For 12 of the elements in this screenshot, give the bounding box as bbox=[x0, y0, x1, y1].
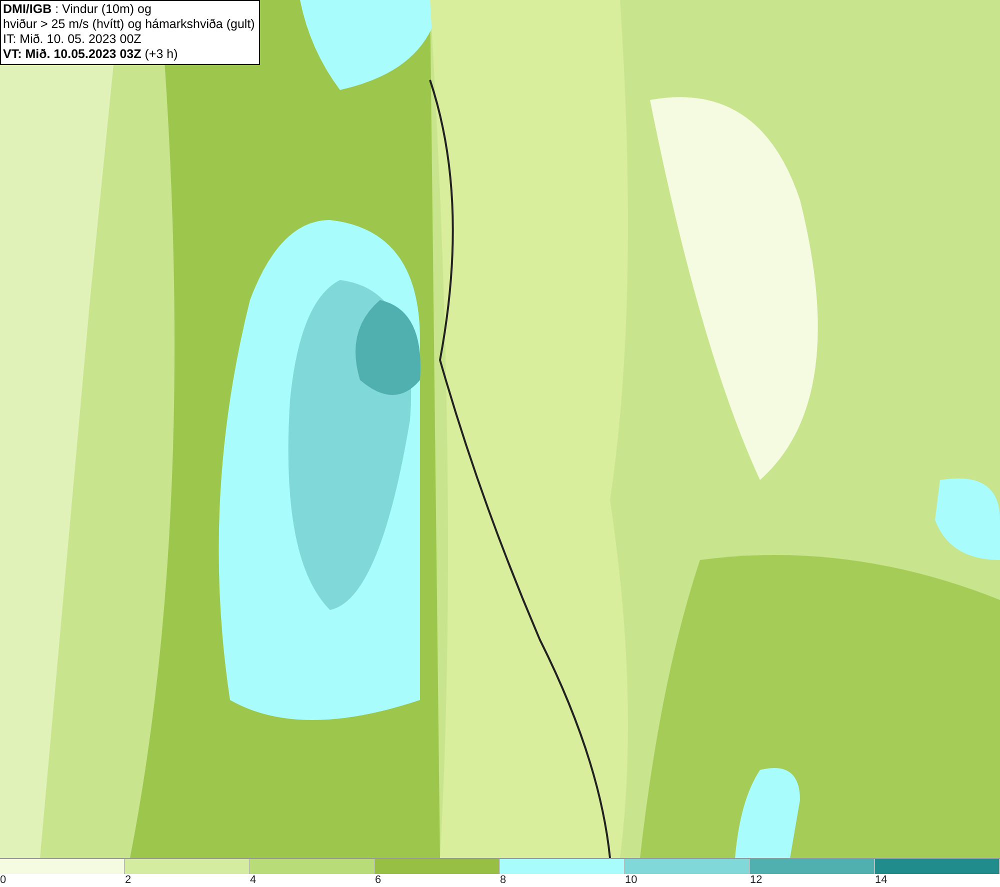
legend-label: 0 bbox=[0, 874, 6, 887]
info-text: IT: Mið. 10. 05. 2023 00Z bbox=[3, 32, 142, 47]
legend-label: 6 bbox=[375, 874, 382, 887]
info-text: VT: Mið. 10.05.2023 03Z (+3 h) bbox=[3, 47, 179, 62]
legend-label: 2 bbox=[125, 874, 132, 887]
legend-label: 12 bbox=[750, 874, 762, 887]
legend-label: 14 bbox=[875, 874, 888, 887]
info-text: DMI/IGB : Vindur (10m) og bbox=[3, 2, 152, 17]
info-text: hviður > 25 m/s (hvítt) og hámarkshviða (gult) bbox=[3, 17, 255, 32]
legend-label: 10 bbox=[625, 874, 638, 887]
legend-label: 4 bbox=[250, 874, 256, 887]
legend-label: 8 bbox=[500, 874, 506, 887]
